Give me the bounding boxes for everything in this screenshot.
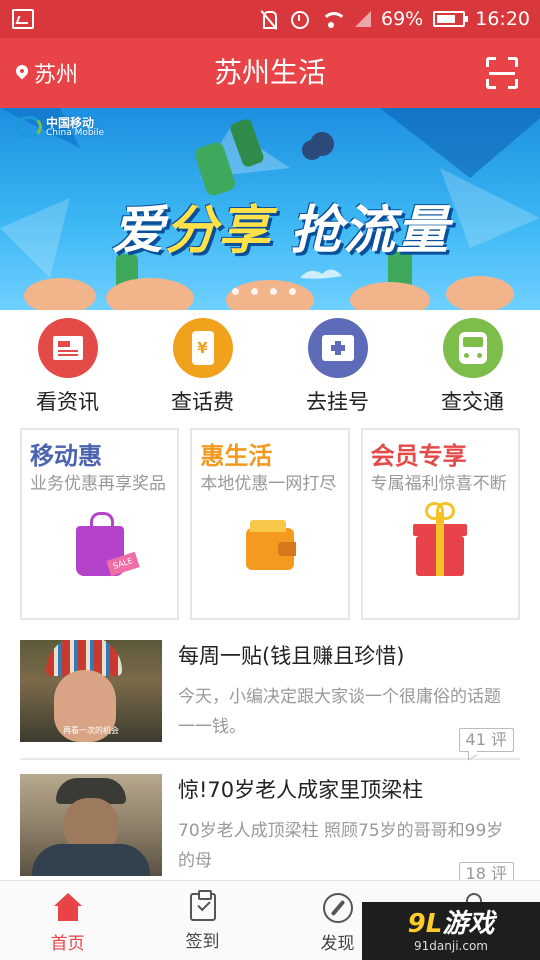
article-title: 惊!70岁老人成家里顶梁柱 [178,778,424,802]
wallet-icon [245,520,296,570]
card-desc: 本地优惠一网打尽 [200,474,337,494]
promo-card-mobile-deals[interactable]: 移动惠 业务优惠再享奖品 [20,428,180,620]
phone-bill-icon: ¥ [172,318,233,378]
quick-entry-news[interactable]: 看资讯 [0,318,135,416]
tab-home[interactable]: 首页 [0,881,135,960]
promo-cards: 移动惠 业务优惠再享奖品 惠生活 本地优惠一网打尽 会员专享 专属福利惊喜不断 [20,428,520,620]
quick-entry-label: 查交通 [441,390,504,414]
article-thumbnail: 再看一次的机会 [20,640,162,742]
tab-label: 首页 [50,934,85,954]
china-mobile-logo-icon [16,116,42,138]
shopping-bag-icon [75,512,124,576]
pager-dot[interactable] [270,288,277,295]
quick-entries: 看资讯 ¥ 查话费 去挂号 查交通 [0,318,540,416]
slogan-part-1: 爱 [112,201,166,261]
alarm-icon [289,9,309,29]
article-thumbnail [20,774,162,876]
promo-card-member[interactable]: 会员专享 专属福利惊喜不断 [360,428,520,620]
bus-icon [442,318,503,378]
quick-entry-transit[interactable]: 查交通 [405,318,540,416]
city-label: 苏州 [34,63,79,88]
watermark-logo: 9L游戏 [408,909,495,939]
pager-dot[interactable] [289,288,296,295]
scan-icon [486,57,496,67]
gift-icon [413,512,468,576]
tab-checkin[interactable]: 签到 [135,881,270,960]
card-desc: 业务优惠再享奖品 [30,474,166,494]
brand-name-en: China Mobile [46,127,105,138]
card-title: 会员专享 [370,442,467,470]
battery-icon [433,11,469,27]
list-item[interactable]: 惊!70岁老人成家里顶梁柱 70岁老人成顶梁柱 照顾75岁的哥哥和99岁的母 1… [20,774,520,892]
city-selector[interactable]: 苏州 [16,38,78,108]
quick-entry-phone-bill[interactable]: ¥ 查话费 [135,318,270,416]
battery-percent: 69% [381,8,424,30]
article-list: 再看一次的机会 每周一贴(钱且赚且珍惜) 今天，小编决定跟大家谈一个很庸俗的话题… [20,640,520,892]
checkin-icon [189,890,216,921]
article-summary: 今天，小编决定跟大家谈一个很庸俗的话题一一钱。 [178,687,501,737]
news-icon [37,318,98,378]
comment-count-badge[interactable]: 41 评 [458,728,514,752]
article-title: 每周一贴(钱且赚且珍惜) [178,644,405,668]
pager-dot[interactable] [232,288,239,295]
promo-banner[interactable]: 中国移动 China Mobile 爱分享 抢流量 [0,108,540,310]
divider [20,758,520,760]
banner-pager [232,288,296,295]
banner-slogan: 爱分享 抢流量 [112,188,449,263]
watermark-num: 9L [407,909,443,939]
compass-icon [322,893,353,923]
pager-dot[interactable] [251,288,258,295]
quick-entry-label: 看资讯 [36,390,99,414]
wifi-icon [319,9,347,29]
quick-entry-label: 去挂号 [306,390,369,414]
card-title: 惠生活 [200,442,273,470]
hospital-icon [307,318,368,378]
brand-name-cn: 中国移动 [46,115,95,130]
location-pin-icon [16,65,28,81]
card-desc: 专属福利惊喜不断 [370,474,507,494]
promo-card-local-life[interactable]: 惠生活 本地优惠一网打尽 [190,428,350,620]
china-mobile-logo: 中国移动 China Mobile [16,116,104,138]
article-summary: 70岁老人成顶梁柱 照顾75岁的哥哥和99岁的母 [178,821,504,871]
status-bar: 69% 16:20 [0,0,540,38]
quick-entry-label: 查话费 [171,390,234,414]
list-item[interactable]: 再看一次的机会 每周一贴(钱且赚且珍惜) 今天，小编决定跟大家谈一个很庸俗的话题… [20,640,520,758]
mute-icon [259,9,279,29]
slogan-part-2: 分享 [165,201,272,261]
home-icon [53,893,83,923]
card-title: 移动惠 [30,442,102,470]
signal-icon [353,9,371,29]
clock: 16:20 [475,8,530,30]
slogan-part-3: 抢流量 [271,201,450,261]
thumbnail-caption: 再看一次的机会 [63,726,119,735]
watermark-text: 游戏 [442,909,495,939]
status-icons: 69% 16:20 [259,0,530,38]
scan-button[interactable] [486,57,518,89]
tab-label: 发现 [320,934,355,954]
site-watermark: 9L游戏 91danji.com [362,902,540,960]
quick-entry-hospital[interactable]: 去挂号 [270,318,405,416]
gallery-icon [12,9,34,29]
watermark-site: 91danji.com [414,939,488,953]
page-title: 苏州生活 [213,56,326,89]
app-header: 苏州生活 苏州 [0,38,540,108]
tab-label: 签到 [185,932,220,952]
